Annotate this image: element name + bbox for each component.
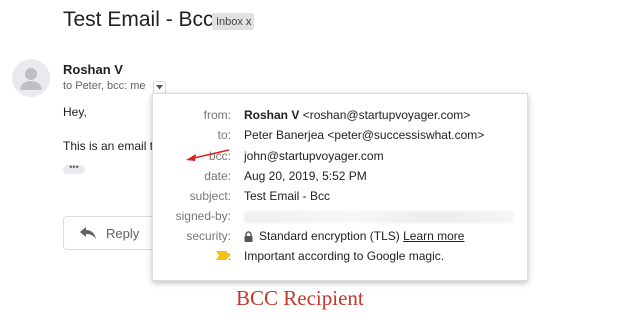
detail-row-subject: subject: Test Email - Bcc: [153, 189, 527, 209]
detail-row-to: to: Peter Banerjea <peter@successiswhat.…: [153, 128, 527, 148]
redacted-signed-by: [244, 211, 514, 223]
person-icon: [20, 68, 42, 90]
email-subject: Test Email - Bcc: [63, 8, 214, 31]
bcc-value: john@startupvoyager.com: [244, 149, 384, 163]
learn-more-link[interactable]: Learn more: [403, 229, 464, 243]
detail-row-from: from: Roshan V <roshan@startupvoyager.co…: [153, 108, 527, 128]
recipients-summary: to Peter, bcc: me: [63, 80, 146, 92]
reply-arrow-icon: [80, 227, 96, 239]
avatar: [12, 59, 50, 97]
detail-label: from:: [203, 108, 231, 122]
lock-icon: [244, 231, 253, 242]
date-value: Aug 20, 2019, 5:52 PM: [244, 169, 367, 183]
importance-marker-icon: [216, 251, 230, 260]
importance-value: Important according to Google magic.: [244, 249, 445, 263]
from-address: <roshan@startupvoyager.com>: [302, 108, 471, 122]
annotation-caption: BCC Recipient: [236, 286, 364, 310]
inbox-label-chip[interactable]: Inbox x: [212, 13, 255, 30]
detail-row-importance: : Important according to Google magic.: [153, 249, 527, 269]
detail-label: signed-by:: [175, 209, 231, 223]
email-body-text: This is an email t: [63, 139, 154, 153]
detail-row-security: security: Standard encryption (TLS) Lear…: [153, 229, 527, 249]
detail-label: date:: [204, 169, 231, 183]
reply-button[interactable]: Reply: [63, 216, 159, 250]
from-name: Roshan V: [244, 108, 300, 122]
show-trimmed-content-button[interactable]: •••: [63, 163, 85, 174]
sender-name: Roshan V: [63, 62, 123, 77]
inbox-label-text: Inbox: [216, 15, 243, 28]
chevron-down-icon: [156, 85, 163, 90]
message-details-popup: from: Roshan V <roshan@startupvoyager.co…: [152, 93, 528, 281]
reply-button-label: Reply: [106, 225, 140, 241]
email-greeting: Hey,: [63, 105, 87, 119]
annotation-arrow-icon: [186, 149, 230, 161]
detail-row-date: date: Aug 20, 2019, 5:52 PM: [153, 169, 527, 189]
to-value: Peter Banerjea <peter@successiswhat.com>: [244, 128, 485, 142]
detail-row-signed-by: signed-by:: [153, 209, 527, 229]
security-value: Standard encryption (TLS): [259, 229, 400, 243]
subject-value: Test Email - Bcc: [244, 189, 331, 203]
detail-label: security:: [186, 229, 231, 243]
remove-label-icon[interactable]: x: [246, 16, 252, 28]
detail-label: subject:: [189, 189, 231, 203]
detail-label: to:: [217, 128, 231, 142]
